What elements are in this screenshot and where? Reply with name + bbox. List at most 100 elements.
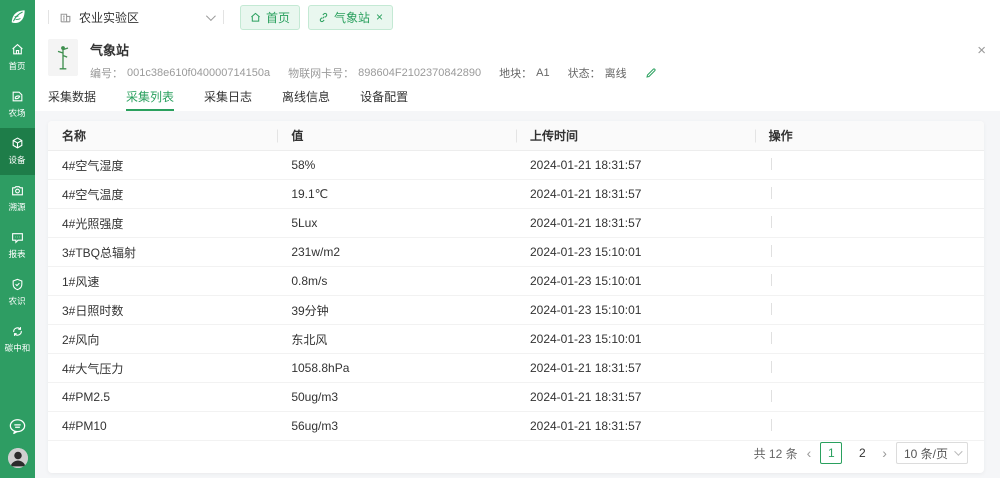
cell-value: 58% <box>291 158 316 172</box>
device-thumbnail <box>48 39 78 76</box>
action-divider <box>770 215 772 228</box>
collect-table: 名称 值 上传时间 操作 4#空气湿度 58% 2024-01-21 18:31… <box>48 121 984 441</box>
page-size-select[interactable]: 10 条/页 <box>895 442 968 464</box>
prev-page-icon[interactable]: ‹ <box>807 446 812 460</box>
device-info-line: 编号： 001c38e610f040000714150a 物联网卡号： 8986… <box>90 65 657 81</box>
tab-chip-label: 气象站 <box>334 10 371 25</box>
cell-value: 0.8m/s <box>291 274 328 288</box>
workspace-icon <box>59 11 72 24</box>
cell-time: 2024-01-21 18:31:57 <box>529 158 642 172</box>
plot-label: 地块： <box>499 68 533 80</box>
chevron-down-icon <box>205 10 216 21</box>
main-panel: 农业实验区 首页 气象站 × 气象站 编号： 001c38e610f040000… <box>35 0 1000 478</box>
page-number-2[interactable]: 2 <box>851 442 873 464</box>
content-area: 名称 值 上传时间 操作 4#空气湿度 58% 2024-01-21 18:31… <box>35 111 1000 478</box>
detail-tabs: 采集数据 采集列表 采集日志 离线信息 设备配置 <box>35 85 1000 111</box>
topbar: 农业实验区 首页 气象站 × <box>35 0 1000 34</box>
sidebar-item-farm[interactable]: 农场 <box>0 81 35 128</box>
col-header-value: 值 <box>277 127 516 144</box>
serial-value: 001c38e610f040000714150a <box>127 67 271 79</box>
sidebar-item-label: 报表 <box>8 249 27 259</box>
status-label: 状态： <box>567 68 601 80</box>
app-logo-leaf-icon <box>0 0 35 34</box>
cell-name: 3#TBQ总辐射 <box>62 245 137 260</box>
cell-name: 3#日照时数 <box>62 303 124 318</box>
page-number-1[interactable]: 1 <box>820 442 843 464</box>
table-row: 4#光照强度 5Lux 2024-01-21 18:31:57 <box>48 209 984 238</box>
edit-pencil-icon[interactable] <box>645 67 657 79</box>
cell-name: 4#PM10 <box>62 419 107 433</box>
sidebar-item-home[interactable]: 首页 <box>0 34 35 81</box>
user-avatar[interactable] <box>7 448 28 468</box>
cell-time: 2024-01-21 18:31:57 <box>529 419 642 433</box>
action-divider <box>770 331 772 344</box>
cell-name: 4#PM2.5 <box>62 390 111 404</box>
table-row: 4#空气湿度 58% 2024-01-21 18:31:57 <box>48 151 984 180</box>
tab-collect-list[interactable]: 采集列表 <box>126 88 175 111</box>
table-row: 4#大气压力 1058.8hPa 2024-01-21 18:31:57 <box>48 354 984 383</box>
pagination-total: 共 12 条 <box>753 446 798 461</box>
cell-action <box>755 389 984 405</box>
action-divider <box>770 186 772 199</box>
next-page-icon[interactable]: › <box>882 446 887 460</box>
page-size-value: 10 条/页 <box>903 446 948 461</box>
tab-chip-home[interactable]: 首页 <box>240 4 301 30</box>
cell-time: 2024-01-23 15:10:01 <box>529 245 642 259</box>
trace-camera-icon <box>11 184 24 197</box>
sidebar-item-label: 农场 <box>8 108 27 118</box>
knowledge-shield-icon <box>11 278 24 291</box>
table-row: 3#TBQ总辐射 231w/m2 2024-01-23 15:10:01 <box>48 238 984 267</box>
tab-device-config[interactable]: 设备配置 <box>360 88 408 111</box>
cell-value: 50ug/m3 <box>291 390 339 404</box>
status-value: 离线 <box>604 68 627 80</box>
action-divider <box>770 389 772 402</box>
sidebar-item-label: 设备 <box>8 155 27 165</box>
panel-close-icon[interactable]: × <box>977 42 986 59</box>
cell-time: 2024-01-21 18:31:57 <box>529 187 642 201</box>
carbon-cycle-icon <box>11 325 24 338</box>
sidebar-item-trace[interactable]: 溯源 <box>0 175 35 222</box>
sidebar-item-device[interactable]: 设备 <box>0 128 35 175</box>
tab-collect-data[interactable]: 采集数据 <box>48 88 96 111</box>
sidebar-item-label: 首页 <box>8 61 27 71</box>
col-header-time: 上传时间 <box>516 127 755 144</box>
device-header: 气象站 编号： 001c38e610f040000714150a 物联网卡号： … <box>35 34 1000 85</box>
tab-offline-info[interactable]: 离线信息 <box>282 88 330 111</box>
cell-time: 2024-01-21 18:31:57 <box>529 216 642 230</box>
table-row: 4#PM2.5 50ug/m3 2024-01-21 18:31:57 <box>48 383 984 412</box>
chevron-down-icon <box>954 447 963 456</box>
sidebar-item-carbon[interactable]: 碳中和 <box>0 316 35 363</box>
cell-value: 39分钟 <box>291 303 329 318</box>
link-icon <box>318 12 329 23</box>
sidebar-item-knowledge[interactable]: 农识 <box>0 269 35 316</box>
cell-time: 2024-01-23 15:10:01 <box>529 274 642 288</box>
close-tab-icon[interactable]: × <box>376 11 383 23</box>
col-header-name: 名称 <box>62 129 87 143</box>
home-icon <box>11 43 24 56</box>
cell-name: 4#大气压力 <box>62 361 124 376</box>
tab-chip-label: 首页 <box>266 10 291 25</box>
sidebar-item-label: 溯源 <box>8 202 27 212</box>
cell-time: 2024-01-21 18:31:57 <box>529 390 642 404</box>
sidebar: 首页 农场 设备 溯源 报表 农识 碳中和 <box>0 0 35 478</box>
device-meta: 气象站 编号： 001c38e610f040000714150a 物联网卡号： … <box>90 39 657 81</box>
cell-action <box>755 360 984 376</box>
tab-collect-log[interactable]: 采集日志 <box>204 88 252 111</box>
workspace-selector[interactable]: 农业实验区 <box>59 9 216 26</box>
workspace-name: 农业实验区 <box>79 10 140 25</box>
cell-action <box>755 157 984 173</box>
pagination: 共 12 条 ‹ 1 2 › 10 条/页 <box>754 442 968 464</box>
cell-value: 1058.8hPa <box>291 361 350 375</box>
tab-chip-weather-station[interactable]: 气象站 × <box>308 4 394 30</box>
cell-action <box>755 215 984 231</box>
table-row: 2#风向 东北风 2024-01-23 15:10:01 <box>48 325 984 354</box>
action-divider <box>770 360 772 373</box>
farm-icon <box>11 90 24 103</box>
sidebar-item-label: 农识 <box>8 296 27 306</box>
chat-bubble-icon[interactable] <box>8 417 27 436</box>
cell-time: 2024-01-23 15:10:01 <box>529 303 642 317</box>
sidebar-item-report[interactable]: 报表 <box>0 222 35 269</box>
cell-action <box>755 186 984 202</box>
cell-action <box>755 418 984 434</box>
table-row: 1#风速 0.8m/s 2024-01-23 15:10:01 <box>48 267 984 296</box>
